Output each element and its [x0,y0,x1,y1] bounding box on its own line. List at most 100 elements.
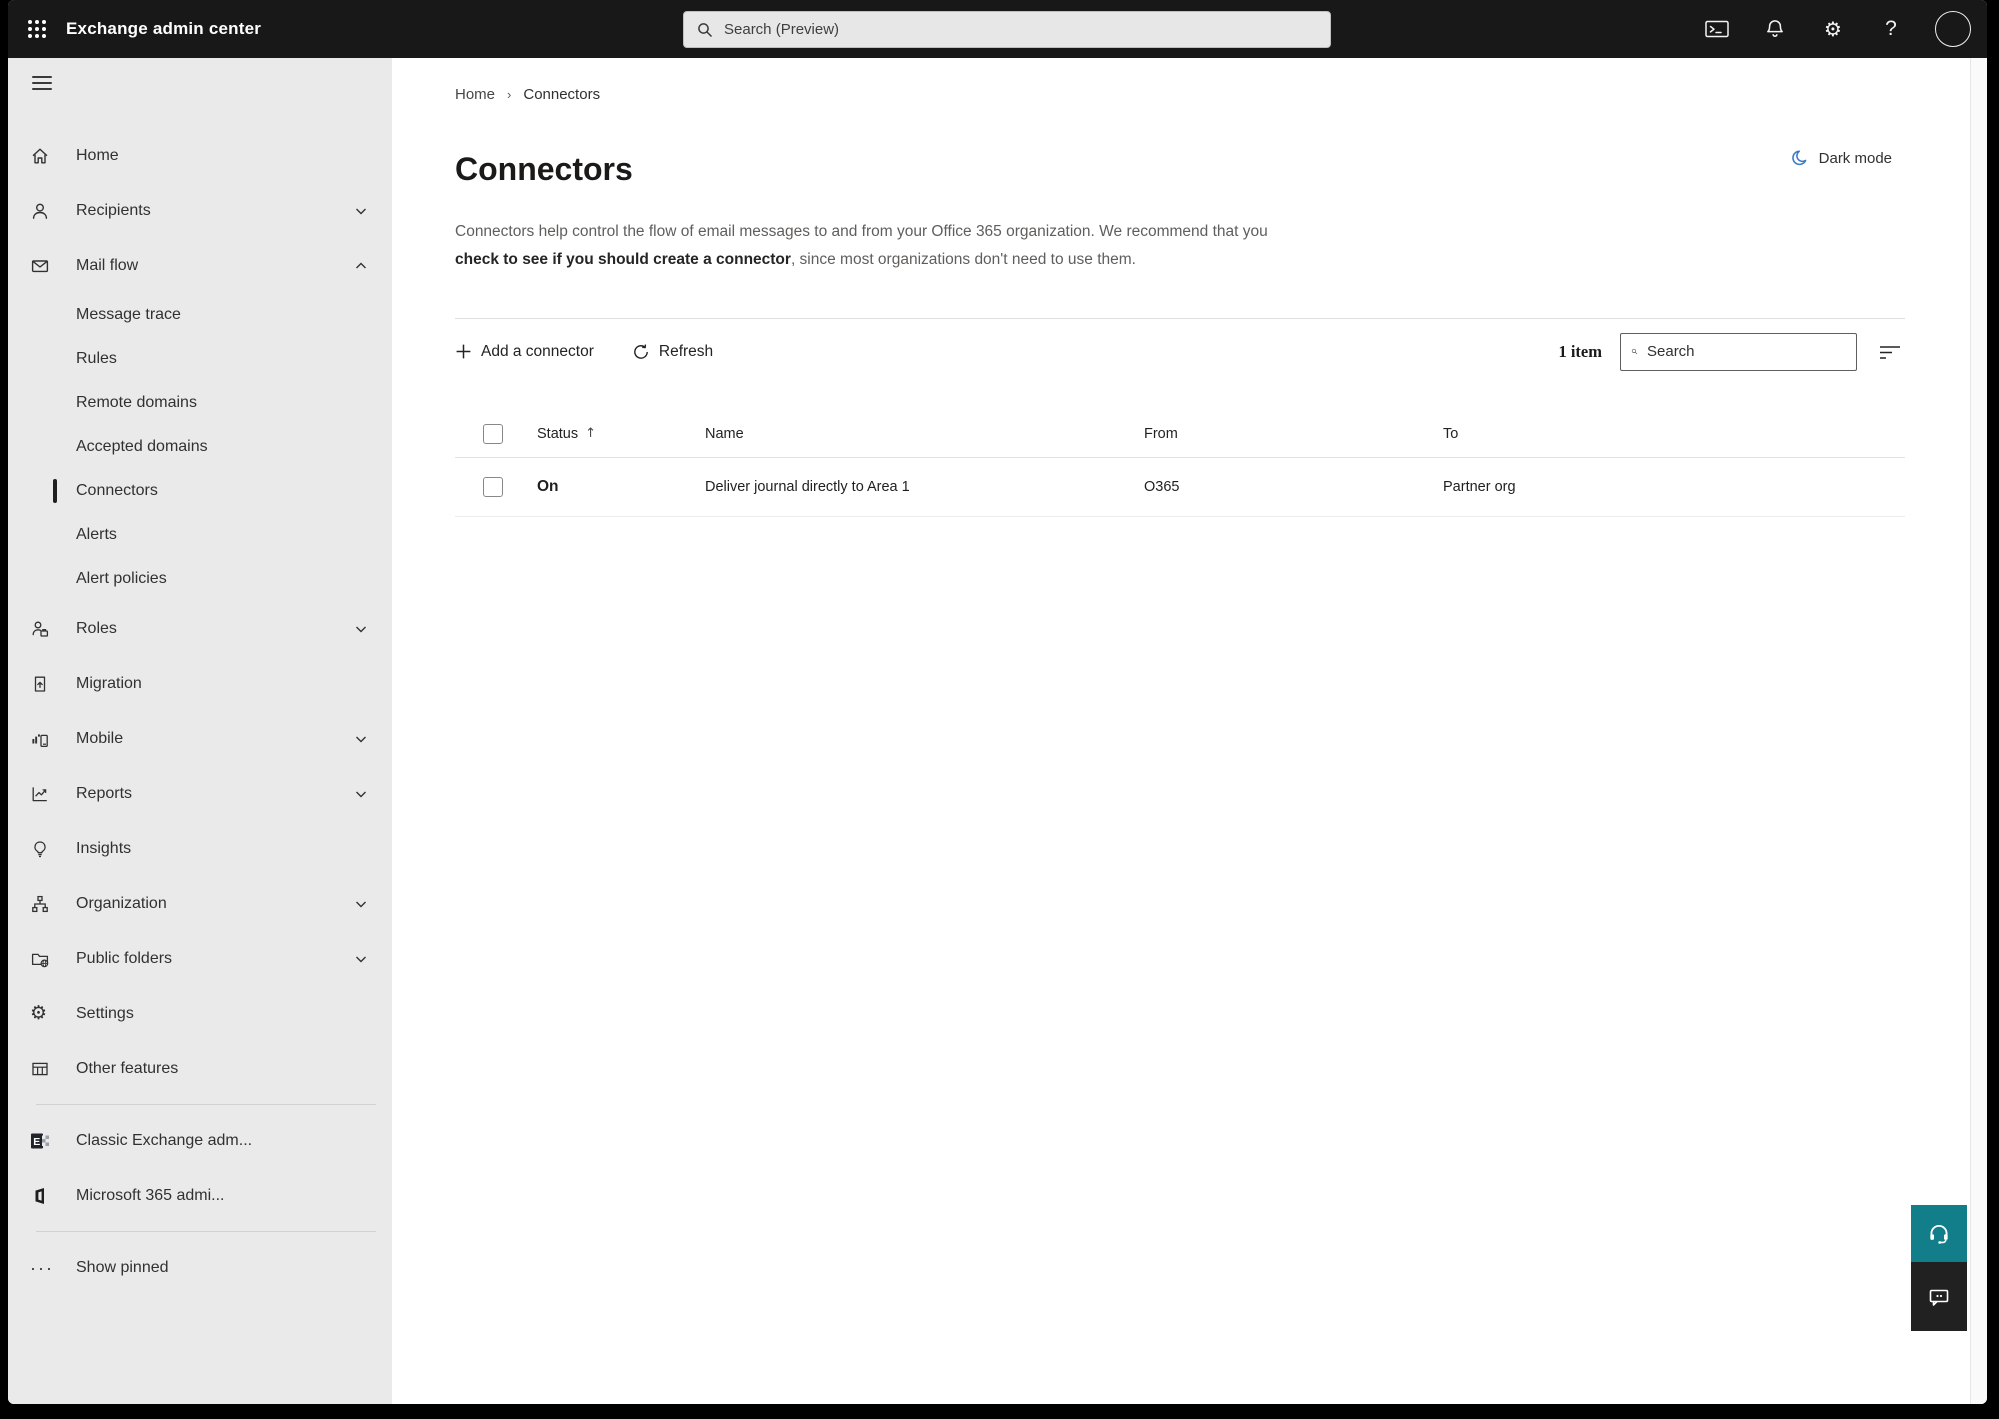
sidebar-item-label: Accepted domains [76,438,208,455]
table-header-row: Status ↑ Name From To [455,410,1905,458]
sidebar-item-accepted-domains[interactable]: Accepted domains [8,425,392,469]
table-row[interactable]: On Deliver journal directly to Area 1 O3… [455,458,1905,517]
description-text: Connectors help control the flow of emai… [455,223,1268,240]
add-connector-label: Add a connector [481,342,594,360]
help-icon: ? [1885,17,1897,40]
sidebar-item-microsoft-365-admin[interactable]: Microsoft 365 admi... [8,1168,392,1223]
sidebar-item-rules[interactable]: Rules [8,337,392,381]
sidebar-item-label: Home [76,146,119,164]
settings-button[interactable]: ⚙ [1819,15,1847,43]
from-column-header[interactable]: From [1144,426,1443,442]
account-avatar[interactable] [1935,11,1971,47]
list-search-box[interactable] [1620,332,1857,371]
plus-icon [456,344,471,359]
header-checkbox-cell [455,423,537,444]
app-title: Exchange admin center [66,19,262,38]
search-icon [1631,348,1638,355]
folder-globe-icon [31,953,49,967]
chevron-down-icon [356,791,366,797]
sidebar-item-label: Settings [76,1004,134,1022]
sidebar-item-classic-exchange-admin[interactable]: E Classic Exchange adm... [8,1113,392,1168]
search-icon [698,22,713,37]
dark-mode-toggle[interactable]: Dark mode [1790,148,1892,168]
status-header-label: Status [537,425,579,442]
list-search-input[interactable] [1647,343,1846,360]
status-column-header[interactable]: Status ↑ [537,426,705,442]
nav-collapse-button[interactable] [32,76,52,90]
page-description: Connectors help control the flow of emai… [455,218,1303,274]
roles-icon [32,621,49,637]
help-button[interactable]: ? [1877,15,1905,43]
breadcrumb-separator-icon: › [507,87,512,102]
refresh-label: Refresh [658,342,714,360]
sidebar-item-insights[interactable]: Insights [8,821,392,876]
refresh-icon [634,344,648,359]
sidebar-item-organization[interactable]: Organization [8,876,392,931]
create-connector-check-link[interactable]: check to see if you should create a conn… [455,251,791,268]
sidebar-item-label: Classic Exchange adm... [76,1131,253,1149]
sidebar-item-alerts[interactable]: Alerts [8,513,392,557]
global-search-input[interactable] [724,21,1318,38]
sidebar-item-home[interactable]: Home [8,128,392,183]
powershell-button[interactable] [1703,15,1731,43]
breadcrumb-home-link[interactable]: Home [455,86,495,103]
waffle-icon [28,20,46,38]
sidebar-item-label: Insights [76,839,132,857]
feedback-bubble-icon [1929,1289,1949,1306]
sidebar-item-recipients[interactable]: Recipients [8,183,392,238]
sidebar-item-label: Connectors [76,482,158,499]
row-name[interactable]: Deliver journal directly to Area 1 [705,479,1144,495]
exchange-admin-center-window: Exchange admin center Search (Preview) ⚙… [8,0,1987,1404]
classic-exchange-logo-icon: E [31,1133,49,1148]
feedback-button[interactable] [1911,1262,1967,1331]
sidebar-item-migration[interactable]: Migration [8,656,392,711]
to-column-header[interactable]: To [1443,426,1905,442]
sidebar-item-label: Show pinned [76,1258,169,1276]
support-button[interactable] [1911,1205,1967,1262]
sidebar-item-label: Message trace [76,306,181,323]
svg-text:E: E [33,1135,40,1147]
table-icon [32,1062,48,1075]
scrollbar-track[interactable] [1970,58,1987,1404]
sidebar-item-public-folders[interactable]: Public folders [8,931,392,986]
sidebar-item-message-trace[interactable]: Message trace [8,293,392,337]
global-search-box[interactable] [683,11,1331,48]
sidebar-item-label: Alert policies [76,570,167,587]
sidebar-item-remote-domains[interactable]: Remote domains [8,381,392,425]
sidebar-item-label: Rules [76,350,117,367]
connectors-table: Status ↑ Name From To On Deliver journal… [455,410,1905,517]
sort-ascending-icon: ↑ [585,426,597,441]
sidebar-item-label: Reports [76,784,133,802]
filter-button[interactable] [1875,337,1905,367]
home-icon [32,148,48,163]
select-all-checkbox[interactable] [483,423,503,444]
bell-icon [1767,20,1783,37]
sidebar-item-label: Migration [76,674,142,692]
sidebar-item-alert-policies[interactable]: Alert policies [8,557,392,601]
sidebar-item-connectors[interactable]: Connectors [8,469,392,513]
sidebar-item-label: Microsoft 365 admi... [76,1186,225,1204]
page-title: Connectors [455,151,633,187]
top-bar: Exchange admin center Search (Preview) ⚙… [8,0,1987,58]
sidebar-item-other-features[interactable]: Other features [8,1041,392,1096]
toolbar-right-group: 1 item [1558,332,1905,371]
refresh-button[interactable]: Refresh [632,343,713,361]
person-icon [32,203,48,219]
description-text: , since most organizations don't need to… [790,251,1136,268]
notifications-button[interactable] [1761,15,1789,43]
row-checkbox[interactable] [483,477,503,497]
row-status: On [537,478,559,495]
sidebar-item-mobile[interactable]: Mobile [8,711,392,766]
left-nav: Home Recipients Mail flow Message trace … [8,58,392,1404]
sidebar-item-show-pinned[interactable]: ··· Show pinned [8,1240,392,1295]
sidebar-item-roles[interactable]: Roles [8,601,392,656]
sidebar-item-mail-flow[interactable]: Mail flow [8,238,392,293]
sidebar-item-settings[interactable]: ⚙ Settings [8,986,392,1041]
gear-icon: ⚙ [1824,17,1842,41]
app-launcher-button[interactable] [8,0,66,58]
topbar-actions: ⚙ ? [1703,11,1987,47]
chevron-down-icon [356,208,366,214]
name-column-header[interactable]: Name [705,426,1144,442]
sidebar-item-reports[interactable]: Reports [8,766,392,821]
add-connector-button[interactable]: Add a connector [455,343,594,361]
